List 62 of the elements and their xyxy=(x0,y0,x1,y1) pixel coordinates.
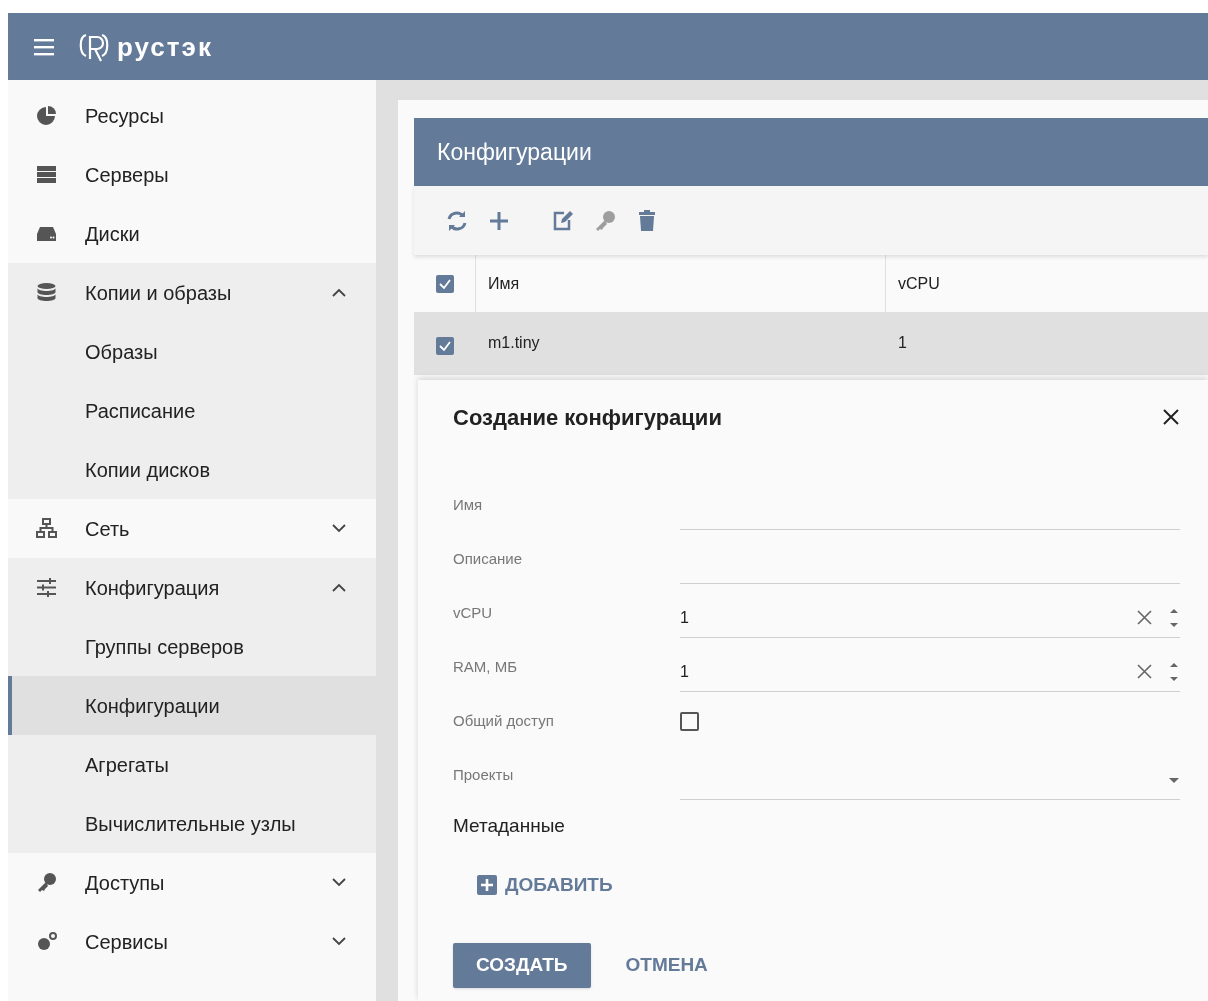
network-icon xyxy=(36,518,57,539)
key-icon xyxy=(36,872,57,893)
menu-icon xyxy=(34,37,54,56)
column-header[interactable]: Имя xyxy=(488,271,520,296)
sidebar-item[interactable]: Конфигурации xyxy=(8,676,376,735)
sliders-icon xyxy=(36,577,57,598)
dialog-title: Создание конфигурации xyxy=(453,403,722,432)
sidebar-item[interactable]: Серверы xyxy=(8,145,376,204)
database-icon xyxy=(36,282,57,303)
sidebar-item[interactable]: Группы серверов xyxy=(8,617,376,676)
field-label: Описание xyxy=(453,548,524,569)
check-icon xyxy=(438,339,452,353)
close-icon xyxy=(1162,408,1180,426)
section-title: Метаданные xyxy=(453,814,566,838)
toolbar-button[interactable] xyxy=(488,209,510,232)
input-field[interactable]: 1 xyxy=(680,598,1136,637)
server-icon xyxy=(36,164,57,185)
sidebar-item[interactable]: Агрегаты xyxy=(8,735,376,794)
plus-icon xyxy=(488,209,510,232)
field-label: Имя xyxy=(453,494,484,515)
card-header: Конфигурации xyxy=(414,118,1208,186)
logo-text: рустэк xyxy=(117,33,213,60)
plus-square-icon xyxy=(477,874,497,895)
sidebar-group[interactable]: Конфигурация xyxy=(8,558,376,617)
pie-chart-icon xyxy=(36,105,57,126)
sidebar-group[interactable]: Сервисы xyxy=(8,912,376,971)
field-label: Проекты xyxy=(453,764,515,785)
input-field[interactable]: 1 xyxy=(680,652,1136,691)
table-cell-text: m1.tiny xyxy=(488,333,540,353)
clear-icon xyxy=(1136,663,1153,680)
column-header[interactable]: vCPU xyxy=(898,271,940,296)
sidebar-group[interactable]: Сеть xyxy=(8,499,376,558)
sidebar-item[interactable]: Копии дисков xyxy=(8,440,376,499)
close-button[interactable] xyxy=(1162,408,1180,426)
sidebar-group[interactable]: Доступы xyxy=(8,853,376,912)
select-all-checkbox[interactable] xyxy=(435,274,454,293)
sidebar-item[interactable]: Образы xyxy=(8,322,376,381)
checkbox[interactable] xyxy=(680,711,699,731)
menu-button[interactable] xyxy=(34,37,54,56)
add-button[interactable]: ДОБАВИТЬ xyxy=(477,870,613,899)
cancel-button[interactable]: ОТМЕНА xyxy=(625,951,708,980)
dropdown-icon xyxy=(1168,775,1180,784)
sidebar-item[interactable]: Диски xyxy=(8,204,376,263)
toolbar-button[interactable] xyxy=(446,209,468,232)
toolbar-button[interactable] xyxy=(636,209,658,232)
field-label: Общий доступ xyxy=(453,710,555,731)
trash-icon xyxy=(636,209,658,232)
submit-button[interactable]: СОЗДАТЬ xyxy=(453,943,591,988)
sidebar-group[interactable]: Копии и образы xyxy=(8,263,376,322)
refresh-icon xyxy=(446,209,468,232)
field-label: vCPU xyxy=(453,602,494,623)
field-label: RAM, МБ xyxy=(453,656,518,677)
sidebar-item[interactable]: Ресурсы xyxy=(8,86,376,145)
edit-icon xyxy=(552,209,574,232)
row-checkbox[interactable] xyxy=(436,337,454,355)
table-row[interactable]: m1.tiny 1 xyxy=(414,313,1208,375)
table-cell-text: 1 xyxy=(898,333,907,353)
key-icon xyxy=(594,209,616,232)
clear-icon xyxy=(1136,609,1153,626)
sidebar-item[interactable]: Расписание xyxy=(8,381,376,440)
toolbar-button[interactable] xyxy=(552,209,574,232)
sidebar-item[interactable]: Вычислительные узлы xyxy=(8,794,376,853)
